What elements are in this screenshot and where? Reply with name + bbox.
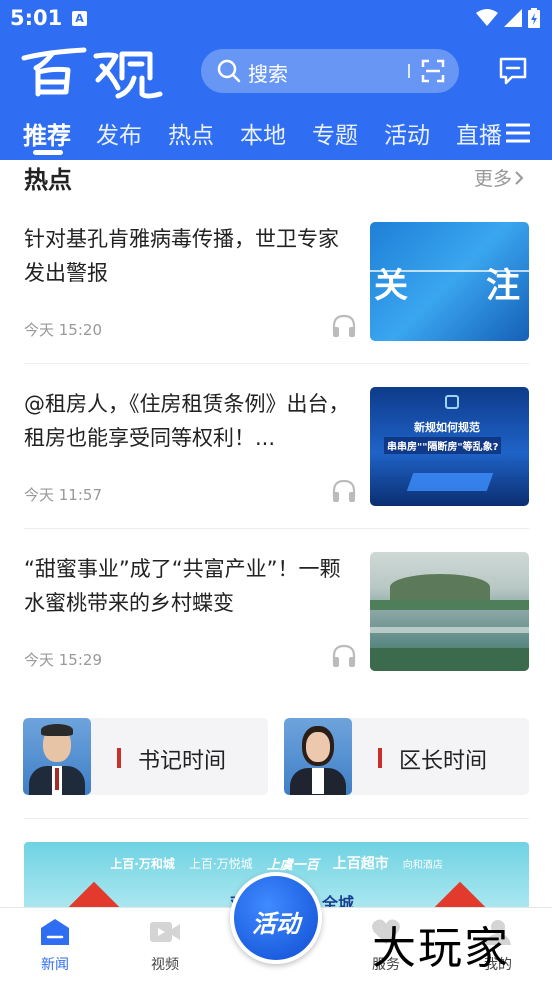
news-icon	[41, 919, 69, 945]
divider	[24, 528, 529, 529]
brand-3: 上虞一百	[266, 857, 319, 873]
news-title: “甜蜜事业”成了“共富产业”！一颗水蜜桃带来的乡村蝶变	[24, 557, 341, 615]
status-bar: 5:01 A	[0, 0, 552, 36]
thumb-caption-2: 串串房""隔断房"等乱象?	[384, 437, 502, 454]
watermark-text: 大玩家	[372, 923, 510, 974]
thumb-text-right: 注	[486, 266, 520, 306]
red-marker	[378, 748, 382, 768]
avatar	[23, 718, 91, 795]
headphones-icon[interactable]	[331, 479, 357, 503]
divider	[24, 818, 529, 819]
search-divider	[408, 64, 410, 78]
news-time: 今天 15:29	[24, 651, 102, 669]
menu-icon[interactable]	[506, 122, 530, 144]
events-center-button[interactable]: 活动	[230, 872, 322, 964]
more-label: 更多	[474, 168, 513, 190]
search-bar[interactable]: 搜索	[201, 49, 459, 93]
nav-label: 视频	[151, 957, 179, 973]
app-logo	[21, 47, 163, 99]
tab-local[interactable]: 本地	[240, 116, 286, 150]
tab-hot[interactable]: 热点	[168, 116, 214, 150]
nav-news[interactable]: 新闻	[25, 918, 85, 974]
news-time: 今天 11:57	[24, 486, 102, 504]
message-icon[interactable]	[498, 56, 528, 86]
status-time: 5:01	[10, 6, 63, 30]
nav-video[interactable]: 视频	[135, 918, 195, 974]
notification-a-icon: A	[72, 11, 87, 26]
news-thumbnail	[370, 552, 529, 671]
avatar	[284, 718, 352, 795]
brand-2: 上百·万悦城	[188, 856, 253, 871]
thumb-text-left: 关	[374, 266, 408, 306]
video-icon	[150, 922, 180, 942]
secretary-time-card[interactable]: 书记时间	[23, 718, 268, 795]
thumb-caption-1: 新规如何规范	[414, 421, 480, 434]
news-item[interactable]: “甜蜜事业”成了“共富产业”！一颗水蜜桃带来的乡村蝶变 今天 15:29	[0, 552, 552, 717]
news-title: 针对基孔肯雅病毒传播，世卫专家发出警报	[24, 227, 339, 285]
headphones-icon[interactable]	[331, 314, 357, 338]
tab-topics[interactable]: 专题	[312, 116, 358, 150]
news-time: 今天 15:20	[24, 321, 102, 339]
news-thumbnail: 新规如何规范 串串房""隔断房"等乱象?	[370, 387, 529, 506]
wifi-icon	[476, 9, 498, 26]
signal-icon	[504, 9, 522, 27]
app-screen: 5:01 A 搜索 推荐 发布 热点 本地 专题 活动 直播 热点 更多 针对基…	[0, 0, 552, 983]
brand-5: 向和酒店	[402, 859, 443, 871]
headphones-icon[interactable]	[331, 644, 357, 668]
tab-events[interactable]: 活动	[384, 116, 430, 150]
channel-tabs: 推荐 发布 热点 本地 专题 活动 直播	[0, 112, 552, 160]
battery-icon	[528, 8, 540, 28]
header: 5:01 A 搜索 推荐 发布 热点 本地 专题 活动 直播	[0, 0, 552, 160]
tab-recommend[interactable]: 推荐	[23, 116, 71, 151]
system-icons	[476, 8, 540, 28]
search-placeholder: 搜索	[248, 62, 288, 86]
brand-1: 上百·万和城	[110, 856, 175, 871]
brand-4: 上百超市	[332, 856, 389, 872]
chevron-right-icon	[515, 170, 524, 185]
tab-publish[interactable]: 发布	[96, 116, 142, 150]
card-label: 区长时间	[399, 749, 488, 774]
nav-label: 新闻	[41, 957, 69, 973]
scan-icon[interactable]	[421, 59, 445, 83]
red-marker	[117, 748, 121, 768]
center-button-label: 活动	[252, 910, 300, 938]
news-title: @租房人，《住房租赁条例》出台，租房也能享受同等权利！...	[24, 392, 350, 450]
search-icon	[217, 59, 241, 83]
tab-live[interactable]: 直播	[456, 116, 502, 150]
news-thumbnail: 关 注	[370, 222, 529, 341]
more-link[interactable]: 更多	[474, 164, 524, 191]
divider	[24, 363, 529, 364]
district-head-time-card[interactable]: 区长时间	[284, 718, 529, 795]
section-title: 热点	[24, 166, 72, 194]
active-tab-indicator	[33, 150, 63, 155]
card-label: 书记时间	[138, 749, 227, 774]
